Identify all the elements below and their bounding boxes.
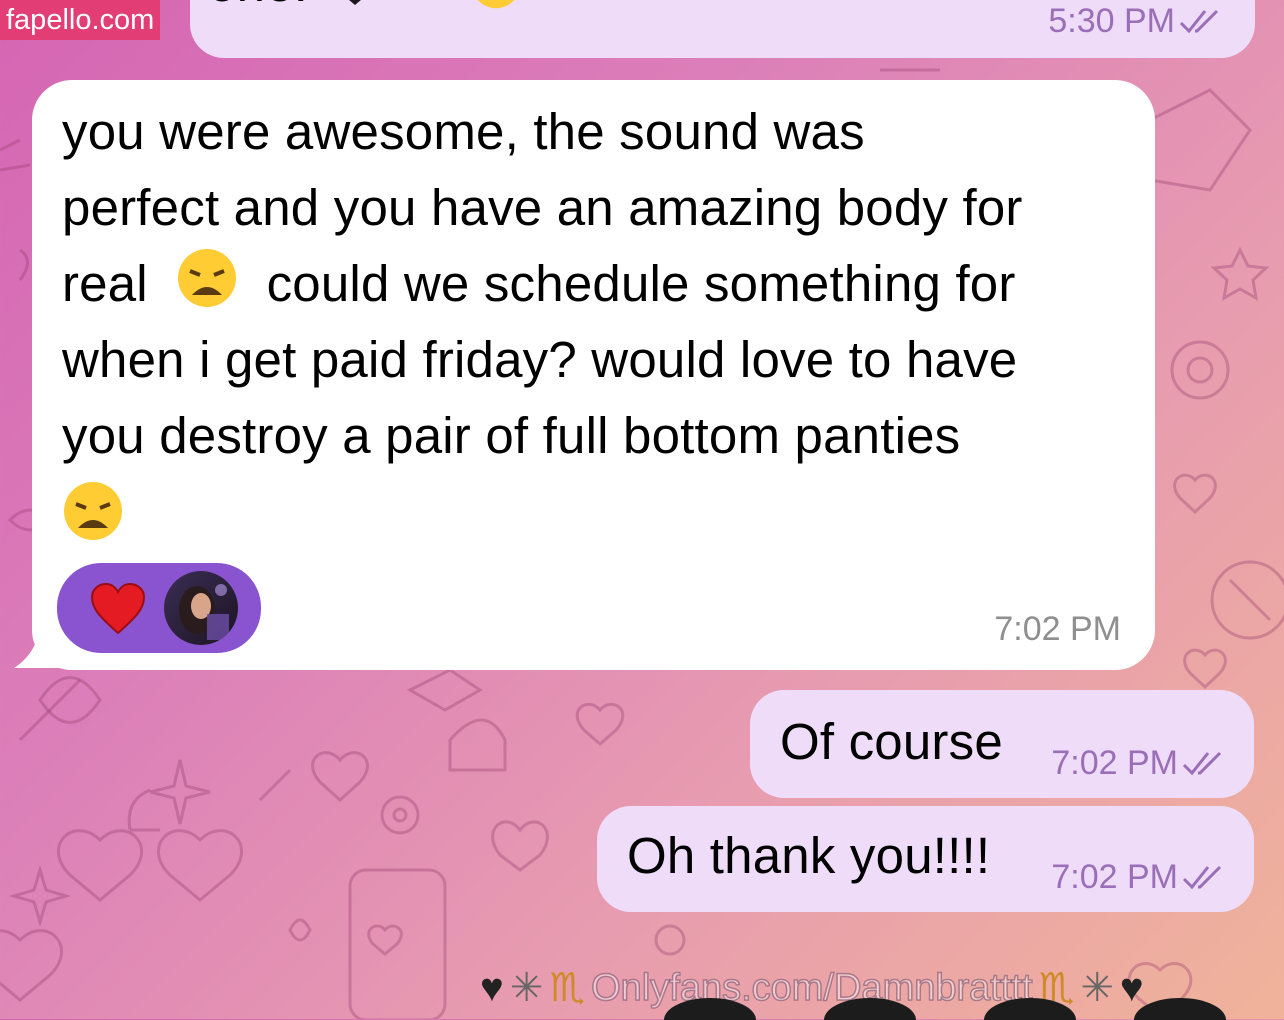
message-text: Oh thank you!!!! (627, 827, 991, 884)
weary-face-emoji-icon (178, 249, 237, 307)
sparkles-emoji-icon (402, 0, 446, 8)
outgoing-message-bubble[interactable]: Of course 7:02 PM (750, 690, 1254, 798)
message-timestamp: 7:02 PM (994, 610, 1121, 648)
bottom-black-hearts (664, 998, 1226, 1020)
message-line: you were awesome, the sound was (62, 103, 865, 160)
message-line: perfect and you have an amazing body for (62, 179, 1023, 236)
red-heart-icon (90, 583, 146, 635)
spider-web-icon: ✳ (509, 966, 544, 1010)
message-line: you destroy a pair of full bottom pantie… (62, 407, 961, 464)
message-timestamp: 7:02 PM (1051, 744, 1178, 782)
smiling-face-emoji-icon (477, 0, 515, 9)
black-heart-emoji-icon (349, 0, 362, 5)
message-timestamp: 5:30 PM (1048, 2, 1175, 40)
weary-face-emoji-icon (64, 482, 122, 540)
outgoing-message-bubble[interactable]: one! 5:30 PM (190, 0, 1255, 58)
double-check-read-icon (1182, 751, 1222, 775)
reactor-avatar (164, 571, 238, 645)
double-check-read-icon (1182, 865, 1222, 889)
message-line: real could we schedule something for (62, 246, 1142, 322)
double-check-read-icon (1179, 9, 1219, 33)
scorpion-icon: ♏ (549, 966, 586, 1010)
black-heart-icon: ♥ (480, 965, 504, 1010)
message-timestamp: 7:02 PM (1051, 858, 1178, 896)
message-line: when i get paid friday? would love to ha… (62, 331, 1018, 388)
site-watermark: fapello.com (0, 0, 161, 40)
message-text: Of course (780, 713, 1003, 770)
incoming-message-bubble[interactable]: you were awesome, the sound was perfect … (32, 80, 1155, 670)
message-text: one! (208, 0, 308, 22)
outgoing-message-bubble[interactable]: Oh thank you!!!! 7:02 PM (597, 806, 1254, 912)
message-reaction-pill[interactable] (57, 563, 261, 653)
